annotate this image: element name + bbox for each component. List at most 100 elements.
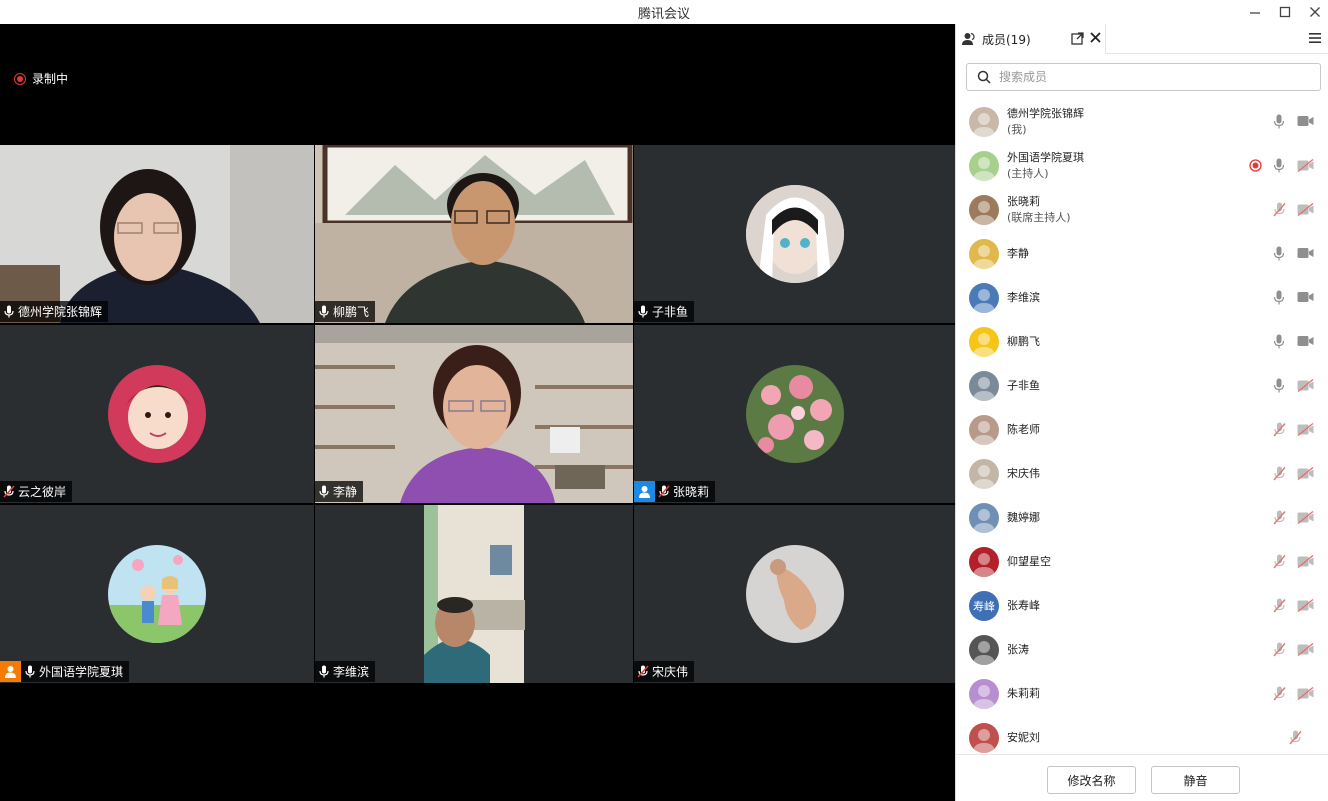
video-tile[interactable]: 张晓莉 xyxy=(634,325,955,503)
member-avatar xyxy=(969,107,999,137)
camera-off-icon[interactable] xyxy=(1295,685,1315,701)
member-row[interactable]: 外国语学院夏琪 (主持人) xyxy=(956,144,1328,188)
member-row[interactable]: 安妮刘 xyxy=(956,716,1328,754)
mic-muted-icon[interactable] xyxy=(1271,201,1287,217)
camera-off-icon[interactable] xyxy=(1295,597,1315,613)
mic-icon[interactable] xyxy=(1271,377,1287,393)
tab-members[interactable]: 成员(19) xyxy=(956,24,1106,54)
mic-muted-icon[interactable] xyxy=(1271,465,1287,481)
close-window-button[interactable] xyxy=(1300,0,1328,24)
mic-muted-icon[interactable] xyxy=(1287,729,1303,745)
mic-icon[interactable] xyxy=(1271,157,1287,173)
maximize-button[interactable] xyxy=(1270,0,1300,24)
maximize-icon xyxy=(1279,6,1291,18)
participant-name: 外国语学院夏琪 xyxy=(39,665,124,679)
participant-video xyxy=(315,505,633,683)
camera-icon[interactable] xyxy=(1295,333,1315,349)
minimize-button[interactable] xyxy=(1240,0,1270,24)
camera-off-icon[interactable] xyxy=(1295,421,1315,437)
member-avatar xyxy=(969,415,999,445)
participant-video xyxy=(315,325,633,503)
mic-icon[interactable] xyxy=(1271,333,1287,349)
rename-button[interactable]: 修改名称 xyxy=(1047,766,1136,794)
participant-name-tag: 宋庆伟 xyxy=(634,661,695,682)
mic-muted-icon[interactable] xyxy=(1271,685,1287,701)
member-row[interactable]: 李维滨 xyxy=(956,276,1328,320)
camera-off-icon[interactable] xyxy=(1295,377,1315,393)
member-info: 张寿峰 xyxy=(1007,598,1040,614)
video-stage: 录制中 德州学院张锦辉 柳鹏飞 子非鱼 云之彼岸 李静 张晓莉 外国语学院夏琪 … xyxy=(0,24,955,801)
member-row[interactable]: 寿峰 张寿峰 xyxy=(956,584,1328,628)
participant-name: 宋庆伟 xyxy=(652,665,689,679)
camera-icon[interactable] xyxy=(1295,113,1315,129)
mic-icon[interactable] xyxy=(1271,245,1287,261)
member-row[interactable]: 仰望星空 xyxy=(956,540,1328,584)
camera-icon[interactable] xyxy=(1295,289,1315,305)
close-icon xyxy=(1310,7,1320,17)
mic-muted-icon[interactable] xyxy=(1271,509,1287,525)
video-tile[interactable]: 宋庆伟 xyxy=(634,505,955,683)
mic-icon[interactable] xyxy=(1271,289,1287,305)
member-row[interactable]: 宋庆伟 xyxy=(956,452,1328,496)
camera-off-icon[interactable] xyxy=(1295,465,1315,481)
recording-indicator[interactable]: 录制中 xyxy=(14,70,68,87)
member-list: 德州学院张锦辉 (我) 外国语学院夏琪 (主持人) 张晓莉 (联席主持人) 李静李维滨柳鹏飞… xyxy=(956,100,1328,754)
video-tile[interactable]: 云之彼岸 xyxy=(0,325,314,503)
search-icon xyxy=(977,70,991,84)
panel-menu-button[interactable] xyxy=(1308,31,1322,48)
mic-icon[interactable] xyxy=(1271,113,1287,129)
video-tile[interactable]: 子非鱼 xyxy=(634,145,955,323)
member-row[interactable]: 德州学院张锦辉 (我) xyxy=(956,100,1328,144)
participant-name: 李维滨 xyxy=(333,665,370,679)
member-row[interactable]: 李静 xyxy=(956,232,1328,276)
camera-icon[interactable] xyxy=(1295,245,1315,261)
member-row[interactable]: 朱莉莉 xyxy=(956,672,1328,716)
participant-name-tag: 李维滨 xyxy=(315,661,376,682)
member-controls xyxy=(1271,289,1315,305)
member-search[interactable] xyxy=(966,63,1321,91)
member-row[interactable]: 张涛 xyxy=(956,628,1328,672)
member-row[interactable]: 张晓莉 (联席主持人) xyxy=(956,188,1328,232)
member-search-input[interactable] xyxy=(999,70,1299,84)
member-name: 柳鹏飞 xyxy=(1007,335,1040,348)
member-name: 张寿峰 xyxy=(1007,599,1040,612)
member-info: 仰望星空 xyxy=(1007,554,1051,570)
camera-off-icon[interactable] xyxy=(1295,641,1315,657)
mic-icon xyxy=(634,301,652,322)
camera-off-icon[interactable] xyxy=(1295,201,1315,217)
member-avatar xyxy=(969,195,999,225)
member-info: 李维滨 xyxy=(1007,290,1040,306)
video-tile[interactable]: 李维滨 xyxy=(315,505,633,683)
recording-label: 录制中 xyxy=(32,72,69,86)
participant-name: 云之彼岸 xyxy=(18,485,67,499)
video-tile[interactable]: 李静 xyxy=(315,325,633,503)
camera-off-icon[interactable] xyxy=(1295,509,1315,525)
close-panel-button[interactable] xyxy=(1089,31,1102,47)
video-tile[interactable]: 柳鹏飞 xyxy=(315,145,633,323)
member-controls xyxy=(1271,597,1315,613)
participant-name-tag: 李静 xyxy=(315,481,364,502)
mic-muted-icon[interactable] xyxy=(1271,421,1287,437)
member-info: 魏婷娜 xyxy=(1007,510,1040,526)
mic-muted-icon xyxy=(0,481,18,502)
member-row[interactable]: 魏婷娜 xyxy=(956,496,1328,540)
camera-off-icon[interactable] xyxy=(1295,157,1315,173)
mic-muted-icon[interactable] xyxy=(1271,641,1287,657)
mute-all-button[interactable]: 静音 xyxy=(1151,766,1240,794)
video-tile[interactable]: 德州学院张锦辉 xyxy=(0,145,314,323)
record-icon xyxy=(14,72,26,85)
mic-muted-icon[interactable] xyxy=(1271,597,1287,613)
mic-muted-icon[interactable] xyxy=(1271,553,1287,569)
member-row[interactable]: 陈老师 xyxy=(956,408,1328,452)
member-row[interactable]: 子非鱼 xyxy=(956,364,1328,408)
member-avatar xyxy=(969,459,999,489)
video-tile[interactable]: 外国语学院夏琪 xyxy=(0,505,314,683)
member-row[interactable]: 柳鹏飞 xyxy=(956,320,1328,364)
member-info: 柳鹏飞 xyxy=(1007,334,1040,350)
camera-off-icon[interactable] xyxy=(1295,553,1315,569)
member-avatar xyxy=(969,679,999,709)
member-name: 德州学院张锦辉 xyxy=(1007,107,1084,120)
member-avatar xyxy=(969,283,999,313)
popout-button[interactable] xyxy=(1071,32,1084,48)
